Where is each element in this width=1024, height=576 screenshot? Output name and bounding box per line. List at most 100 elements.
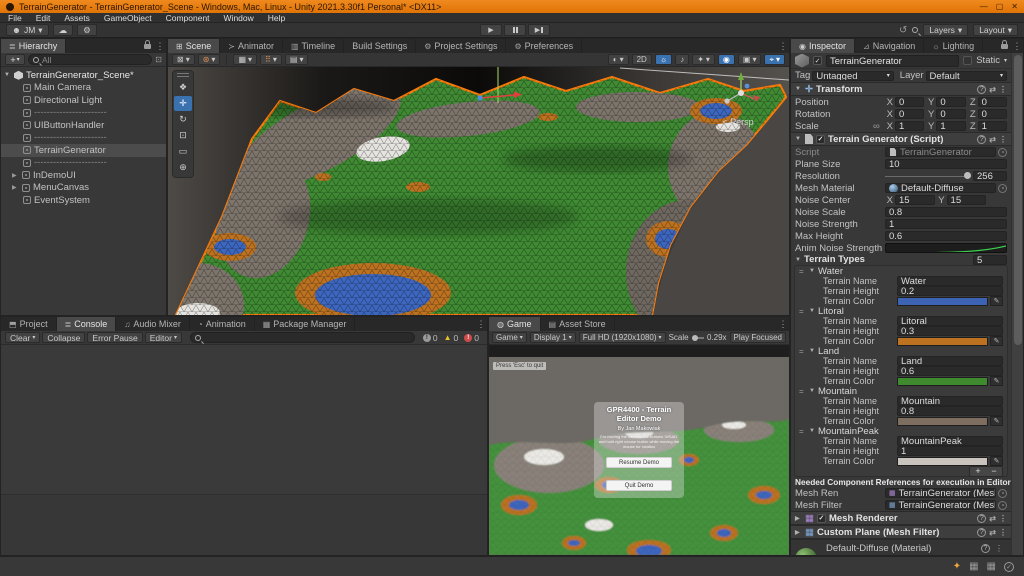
draw-mode-dropdown[interactable]: ◐▾ (608, 54, 629, 65)
background-tasks-icon[interactable]: ✓ (1004, 562, 1014, 572)
mesh-filter-header[interactable]: ▶ ▦ Custom Plane (Mesh Filter) ? ⇄ ⋮ (791, 525, 1011, 539)
hierarchy-search-input[interactable]: All (28, 54, 152, 65)
foldout-icon[interactable]: ▼ (4, 72, 11, 78)
terrain-color-swatch[interactable] (897, 377, 988, 386)
drag-handle-icon[interactable]: = (799, 427, 807, 436)
kebab-menu-icon[interactable]: ⋮ (154, 39, 166, 53)
noise-center-y-field[interactable]: 15 (947, 195, 987, 205)
foldout-icon[interactable]: ▼ (795, 86, 802, 92)
hierarchy-item-uibuttonhandler[interactable]: UIButtonHandler (1, 119, 166, 132)
component-checkbox[interactable]: ✓ (817, 514, 826, 523)
lock-icon[interactable] (1001, 44, 1008, 49)
object-picker-icon[interactable] (998, 148, 1007, 157)
effects-dropdown[interactable]: ✦▾ (692, 54, 715, 65)
presets-icon[interactable]: ⇄ (989, 528, 996, 537)
hierarchy-item-terraingenerator[interactable]: TerrainGenerator (1, 144, 166, 157)
rotation-y-field[interactable]: 0 (936, 109, 965, 119)
drag-handle-icon[interactable]: = (799, 267, 807, 276)
tab-navigation[interactable]: ⊿Navigation (855, 39, 924, 53)
eyedropper-icon[interactable]: ✎ (990, 416, 1003, 426)
kebab-menu-icon[interactable]: ⋮ (1011, 39, 1023, 53)
presets-icon[interactable]: ⇄ (989, 85, 996, 94)
scale-tool[interactable]: ⊡ (174, 128, 192, 143)
tab-hierarchy[interactable]: ≣ Hierarchy (1, 39, 66, 53)
move-tool[interactable]: ✛ (174, 96, 192, 111)
foldout-icon[interactable]: ▶ (795, 529, 802, 536)
display-dropdown[interactable]: Display 1▾ (530, 332, 576, 343)
object-picker-icon[interactable] (998, 489, 1007, 498)
play-focused-dropdown[interactable]: Play Focused (730, 332, 786, 343)
menu-edit[interactable]: Edit (36, 13, 51, 23)
tab-scene[interactable]: ⊞Scene (168, 39, 220, 53)
expand-arrow-icon[interactable]: ▶ (12, 184, 19, 191)
tab-project[interactable]: ⬒Project (1, 317, 57, 331)
eyedropper-icon[interactable]: ✎ (990, 456, 1003, 466)
static-checkbox[interactable] (963, 56, 972, 65)
terrain-type-mountain[interactable]: =▼Mountain (795, 386, 1007, 396)
hierarchy-item-main-camera[interactable]: Main Camera (1, 82, 166, 95)
scale-z-field[interactable]: 1 (978, 121, 1007, 131)
baked-lighting-icon[interactable]: ▦ (987, 561, 996, 572)
anim-noise-curve-field[interactable] (885, 243, 1007, 253)
gameobject-name-field[interactable]: TerrainGenerator (826, 55, 959, 67)
tab-game[interactable]: ◍Game (489, 317, 541, 331)
terrain-name-field[interactable]: Water (897, 276, 1003, 286)
tab-lighting[interactable]: ☼Lighting (924, 39, 983, 53)
resolution-dropdown[interactable]: Full HD (1920x1080)▾ (579, 332, 666, 343)
noise-scale-field[interactable]: 0.8 (885, 207, 1007, 217)
component-checkbox[interactable]: ✓ (816, 135, 825, 144)
info-count-badge[interactable]: !0 (423, 333, 438, 343)
tab-asset-store[interactable]: ▤Asset Store (541, 317, 615, 331)
undo-history-icon[interactable]: ↺ (899, 25, 907, 36)
console-log-list[interactable] (1, 345, 487, 495)
transform-header[interactable]: ▼ ✛ Transform ? ⇄ ⋮ (791, 82, 1011, 96)
drag-handle-icon[interactable]: = (799, 347, 807, 356)
foldout-icon[interactable]: ▼ (809, 308, 816, 314)
remove-element-button[interactable]: − (986, 467, 1002, 476)
noise-center-x-field[interactable]: 15 (895, 195, 935, 205)
tab-timeline[interactable]: ▥Timeline (283, 39, 344, 53)
window-titlebar[interactable]: TerrainGenerator - TerrainGenerator_Scen… (0, 0, 1024, 13)
noise-strength-field[interactable]: 1 (885, 219, 1007, 229)
kebab-menu-icon[interactable]: ⋮ (777, 39, 789, 53)
kebab-menu-icon[interactable]: ⋮ (475, 317, 487, 331)
scale-slider[interactable] (692, 337, 704, 339)
terrain-generator-header[interactable]: ▼ ✓ Terrain Generator (Script) ? ⇄ ⋮ (791, 132, 1011, 146)
foldout-icon[interactable]: ▶ (795, 515, 802, 522)
kebab-menu-icon[interactable]: ⋮ (999, 528, 1007, 537)
terrain-height-field[interactable]: 0.6 (897, 366, 1003, 376)
resume-demo-button[interactable]: Resume Demo (606, 457, 672, 468)
minimize-button[interactable]: — (980, 2, 988, 11)
services-button[interactable]: ⚙ (77, 24, 97, 36)
presets-icon[interactable]: ⇄ (989, 514, 996, 523)
snap-increment-dropdown[interactable]: ⠿▾ (260, 54, 282, 65)
static-dropdown-icon[interactable]: ▾ (1004, 57, 1007, 64)
scene-filter-icon[interactable]: ⊡ (155, 55, 162, 64)
foldout-icon[interactable]: ▼ (809, 388, 816, 394)
foldout-icon[interactable]: ▼ (795, 136, 802, 142)
tag-dropdown[interactable]: Untagged▾ (812, 71, 893, 81)
object-picker-icon[interactable] (998, 501, 1007, 510)
account-dropdown[interactable]: ☻ JM ▾ (6, 24, 49, 36)
hierarchy-item-menucanvas[interactable]: ▶MenuCanvas (1, 182, 166, 195)
terrain-color-swatch[interactable] (897, 457, 988, 466)
hierarchy-item-separator[interactable]: ----------------------- (1, 107, 166, 120)
layers-dropdown[interactable]: Layers ▾ (923, 24, 968, 36)
scale-link-icon[interactable]: ∞ (873, 121, 883, 132)
help-icon[interactable]: ? (981, 544, 990, 553)
help-icon[interactable]: ? (977, 85, 986, 94)
menu-help[interactable]: Help (268, 13, 285, 23)
tool-rotation-dropdown[interactable]: ⊛▾ (198, 54, 221, 65)
hierarchy-item-separator[interactable]: ----------------------- (1, 157, 166, 170)
inspector-scrollbar[interactable] (1011, 53, 1023, 555)
maximize-button[interactable]: ▢ (996, 2, 1004, 11)
game-viewport[interactable]: Press 'Esc' to quit GPR4400 - Terrain Ed… (489, 345, 789, 555)
view-hand-tool[interactable]: ❖ (174, 80, 192, 95)
collapse-button[interactable]: Collapse (42, 332, 85, 343)
eyedropper-icon[interactable]: ✎ (990, 376, 1003, 386)
menu-gameobject[interactable]: GameObject (104, 13, 152, 23)
eyedropper-icon[interactable]: ✎ (990, 336, 1003, 346)
terrain-name-field[interactable]: Mountain (897, 396, 1003, 406)
game-mode-dropdown[interactable]: Game▾ (492, 332, 527, 343)
collab-activity-icon[interactable]: ✦ (953, 561, 961, 572)
